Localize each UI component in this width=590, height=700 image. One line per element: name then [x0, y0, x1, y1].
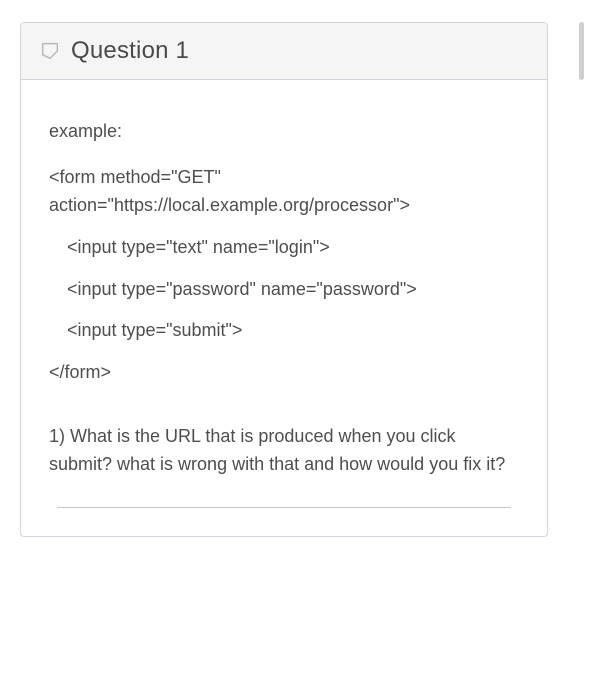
code-line: <input type="text" name="login"> [49, 234, 519, 262]
code-line: </form> [49, 359, 519, 387]
code-line: <input type="submit"> [49, 317, 519, 345]
question-body: example: <form method="GET" action="http… [21, 80, 547, 536]
scrollbar-thumb[interactable] [579, 22, 584, 80]
question-card: Question 1 example: <form method="GET" a… [20, 22, 548, 537]
question-title: Question 1 [71, 37, 189, 65]
answer-blank-line [57, 507, 511, 508]
code-block: <form method="GET" action="https://local… [49, 164, 519, 387]
code-line: <form method="GET" action="https://local… [49, 164, 519, 220]
question-header: Question 1 [21, 23, 547, 80]
bookmark-icon [39, 40, 61, 62]
example-label: example: [49, 118, 519, 146]
question-prompt: 1) What is the URL that is produced when… [49, 423, 519, 479]
code-line: <input type="password" name="password"> [49, 276, 519, 304]
